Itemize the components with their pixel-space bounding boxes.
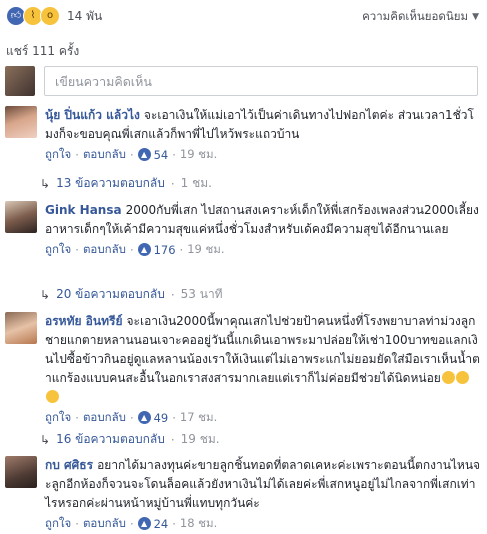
view-replies-link[interactable]: ↳ 20 ข้อความตอบกลับ · 53 นาที — [40, 285, 223, 304]
comment-actions: ถูกใจ · ตอบกลับ · ▲ 24 · 18 ชม. — [45, 515, 218, 533]
comment-text: อยากได้มาลงทุนค่ะขายลูกชิ้นทอดที่ตลาดเคห… — [45, 458, 481, 510]
like-count[interactable]: ▲ 49 — [137, 411, 168, 425]
comment-author[interactable]: กบ ศศิธร — [45, 458, 93, 472]
timestamp[interactable]: 19 ชม. — [180, 146, 217, 164]
avatar[interactable] — [5, 312, 37, 344]
like-button[interactable]: ถูกใจ — [45, 515, 71, 533]
replies-count: 13 ข้อความตอบกลับ — [56, 176, 165, 190]
reaction-count[interactable]: 14 พัน — [67, 7, 102, 26]
like-button[interactable]: ถูกใจ — [45, 241, 71, 259]
crying-emoji-icon — [441, 371, 455, 384]
thumbs-up-icon: ▲ — [137, 243, 151, 256]
replies-time: 53 นาที — [180, 287, 223, 301]
comment-author[interactable]: นุ้ย ปิ่นแก้ว แล้วไง — [45, 108, 140, 122]
comment-author[interactable]: Gink Hansa — [45, 203, 122, 217]
thumbs-up-icon: ▲ — [137, 148, 151, 161]
timestamp[interactable]: 18 ชม. — [180, 515, 217, 533]
share-count[interactable]: แชร์ 111 ครั้ง — [6, 42, 79, 61]
comment-input[interactable] — [44, 66, 478, 96]
replies-count: 20 ข้อความตอบกลับ — [56, 287, 165, 301]
comment-author[interactable]: อรหทัย อินทรีย์ — [45, 314, 122, 328]
like-count[interactable]: ▲ 54 — [137, 148, 168, 162]
avatar[interactable] — [5, 456, 37, 488]
reply-arrow-icon: ↳ — [40, 287, 51, 302]
replies-time: 1 ชม. — [180, 176, 212, 190]
reply-arrow-icon: ↳ — [40, 432, 51, 447]
reply-arrow-icon: ↳ — [40, 176, 51, 191]
reply-button[interactable]: ตอบกลับ — [83, 409, 126, 427]
timestamp[interactable]: 19 ชม. — [187, 241, 224, 259]
comment-actions: ถูกใจ · ตอบกลับ · ▲ 54 · 19 ชม. — [45, 146, 218, 164]
like-button[interactable]: ถูกใจ — [45, 146, 71, 164]
thumbs-up-icon: ▲ — [137, 411, 151, 424]
sort-dropdown[interactable]: ความคิดเห็นยอดนิยม ▼ — [362, 8, 479, 26]
view-replies-link[interactable]: ↳ 13 ข้อความตอบกลับ · 1 ชม. — [40, 174, 212, 193]
timestamp[interactable]: 17 ชม. — [180, 409, 217, 427]
crying-emoji-icon — [455, 371, 469, 384]
comment-composer — [5, 66, 478, 98]
user-avatar — [5, 66, 35, 96]
avatar[interactable] — [5, 106, 37, 138]
sort-label: ความคิดเห็นยอดนิยม — [362, 9, 469, 23]
comment-actions: ถูกใจ · ตอบกลับ · ▲ 49 · 17 ชม. — [45, 409, 218, 427]
reply-button[interactable]: ตอบกลับ — [83, 146, 126, 164]
crying-emoji-icon — [46, 390, 59, 403]
like-button[interactable]: ถูกใจ — [45, 409, 71, 427]
reply-button[interactable]: ตอบกลับ — [83, 241, 126, 259]
thumbs-up-icon: ▲ — [137, 517, 151, 530]
replies-time: 19 ชม. — [180, 432, 220, 446]
comment-actions: ถูกใจ · ตอบกลับ · ▲ 176 · 19 ชม. — [45, 241, 225, 259]
replies-count: 16 ข้อความตอบกลับ — [56, 432, 165, 446]
avatar[interactable] — [5, 201, 37, 233]
reactions-bar: 👍︎ ⌇ o 14 พัน ความคิดเห็นยอดนิยม ▼ — [0, 0, 487, 34]
like-count[interactable]: ▲ 24 — [137, 517, 168, 531]
like-count[interactable]: ▲ 176 — [137, 243, 176, 257]
reply-button[interactable]: ตอบกลับ — [83, 515, 126, 533]
wow-icon: o — [40, 6, 60, 26]
caret-down-icon: ▼ — [472, 12, 479, 22]
reaction-summary[interactable]: 👍︎ ⌇ o 14 พัน — [6, 5, 102, 27]
view-replies-link[interactable]: ↳ 16 ข้อความตอบกลับ · 19 ชม. — [40, 430, 220, 449]
